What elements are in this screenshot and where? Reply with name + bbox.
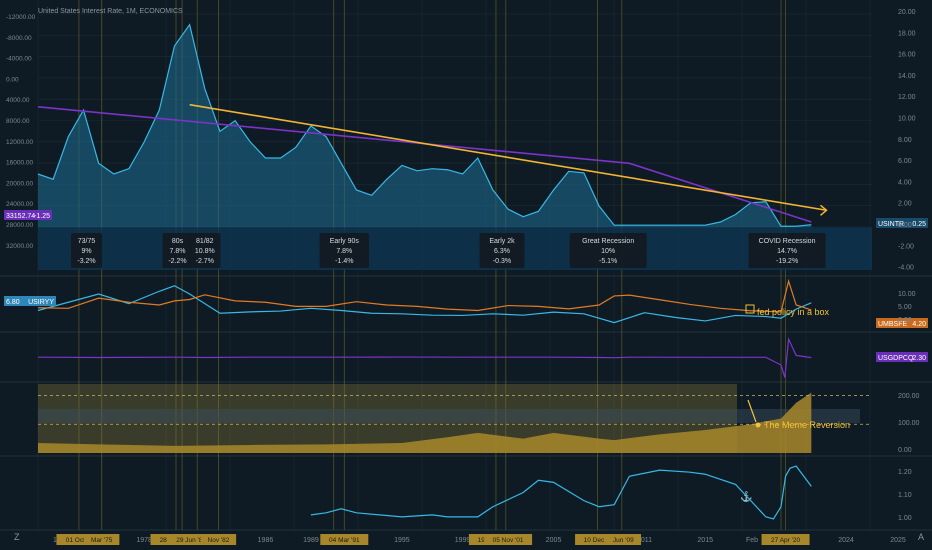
right-axis-tick: 16.00 xyxy=(898,52,916,59)
recession-tag-rate: 10% xyxy=(601,248,615,255)
left-axis-tick: 32000.00 xyxy=(6,243,33,250)
right-axis-tick-pane2: 5.00 xyxy=(898,304,912,311)
time-highlight-label: 27 Apr '20 xyxy=(771,537,800,544)
right-axis-tick: 20.00 xyxy=(898,9,916,16)
left-axis-tick: 12000.00 xyxy=(6,139,33,146)
badge-usgdpcq-name: USGDPCQ xyxy=(878,355,914,362)
auto-scale-label[interactable]: A xyxy=(918,532,924,542)
right-axis-tick: 0.00 xyxy=(898,222,912,229)
recession-tag-name: COVID Recession xyxy=(759,238,816,245)
meme-reversion-dot xyxy=(755,422,761,428)
chart-title: United States Interest Rate, 1M, ECONOMI… xyxy=(38,8,183,15)
badge-left-purple-value: -1.25 xyxy=(34,213,50,220)
time-axis-year: 2025 xyxy=(890,537,906,544)
recession-tag-name: 80s xyxy=(172,238,184,245)
anchor-icon: ⚓ xyxy=(740,490,752,503)
time-axis-year: 1978 xyxy=(136,537,152,544)
time-axis-year: 2015 xyxy=(697,537,713,544)
recession-tag-name: 81/82 xyxy=(196,238,214,245)
chart-root: 73/75 9% -3.2% 80s 7.8% -2.2% 81/82 10.8% -2.7% E… xyxy=(0,0,932,550)
recession-tag-rate: 7.8% xyxy=(170,248,186,255)
left-axis-tick: -12000.00 xyxy=(6,14,36,21)
right-axis-tick: 18.00 xyxy=(898,30,916,37)
time-highlight-label: 05 Nov '01 xyxy=(493,537,524,544)
right-axis-tick: 4.00 xyxy=(898,179,912,186)
recession-tag-gdp: -2.2% xyxy=(168,258,186,265)
right-axis-tick-pane4: 200.00 xyxy=(898,393,920,400)
left-axis-tick: -4000.00 xyxy=(6,56,32,63)
time-axis-year: 1986 xyxy=(258,537,274,544)
time-axis-year: 2024 xyxy=(838,537,854,544)
right-axis-tick: 12.00 xyxy=(898,94,916,101)
left-axis-tick: 20000.00 xyxy=(6,180,33,187)
time-axis-year: 1995 xyxy=(394,537,410,544)
right-axis-tick-pane4: 0.00 xyxy=(898,447,912,454)
recession-tag-name: Early 2k xyxy=(489,238,515,245)
recession-tag-gdp: -5.1% xyxy=(599,258,617,265)
recession-tag-rate: 7.8% xyxy=(336,248,352,255)
time-axis-year: 2005 xyxy=(546,537,562,544)
meme-reversion-label: The Meme Reversion xyxy=(764,420,850,430)
right-axis-tick: 14.00 xyxy=(898,73,916,80)
left-axis-tick: 8000.00 xyxy=(6,118,30,125)
time-highlight-label: Jun '09 xyxy=(613,537,634,544)
right-axis-tick: 2.00 xyxy=(898,201,912,208)
left-axis-tick: 0.00 xyxy=(6,76,19,83)
fed-policy-label: fed policy in a box xyxy=(757,307,830,317)
recession-tag-rate: 10.8% xyxy=(195,248,215,255)
badge-left-purple-name: 33152.74 xyxy=(6,213,35,220)
badge-usgdpcq-value: 2.30 xyxy=(912,355,926,362)
right-axis-tick: 10.00 xyxy=(898,116,916,123)
right-axis-tick-pane2: 0.00 xyxy=(898,317,912,324)
recession-tag-rate: 9% xyxy=(81,248,91,255)
time-axis-year: 1999 xyxy=(455,537,471,544)
right-axis-tick: -4.00 xyxy=(898,265,914,272)
left-axis-tick: -8000.00 xyxy=(6,35,32,42)
time-highlight-label: Nov '82 xyxy=(208,537,230,544)
right-axis-tick: 6.00 xyxy=(898,158,912,165)
recession-tag-gdp: -0.3% xyxy=(493,258,511,265)
right-axis-tick: 8.00 xyxy=(898,137,912,144)
recession-tag-gdp: -2.7% xyxy=(196,258,214,265)
ratio-mean-band xyxy=(38,409,860,423)
left-axis-tick: 16000.00 xyxy=(6,160,33,167)
time-highlight-label: Mar '75 xyxy=(91,537,113,544)
recession-tag-name: Early 90s xyxy=(330,238,360,245)
right-axis-tick-pane5: 1.10 xyxy=(898,492,912,499)
right-axis-tick-pane5: 1.00 xyxy=(898,515,912,522)
right-axis-tick-pane2: 10.00 xyxy=(898,291,916,298)
left-axis-tick: 28000.00 xyxy=(6,222,33,229)
recession-tag-gdp: -19.2% xyxy=(776,258,798,265)
time-axis-year: 1989 xyxy=(303,537,319,544)
recession-tag-rate: 6.3% xyxy=(494,248,510,255)
badge-usintr-value: 0.25 xyxy=(912,221,926,228)
badge-umbsfe-value: 4.20 xyxy=(912,321,926,328)
z-label[interactable]: Z xyxy=(14,532,20,542)
recession-tag-gdp: -3.2% xyxy=(77,258,95,265)
badge-usiryy-value: USIRYY xyxy=(28,299,54,306)
right-axis-tick-pane4: 100.00 xyxy=(898,420,920,427)
recession-tag-gdp: -1.4% xyxy=(335,258,353,265)
right-axis-tick: -2.00 xyxy=(898,243,914,250)
left-axis-tick: 4000.00 xyxy=(6,97,30,104)
time-axis-feb: Feb xyxy=(746,537,758,544)
recession-tag-rate: 14.7% xyxy=(777,248,797,255)
time-highlight-label: 04 Mar '91 xyxy=(329,537,360,544)
recession-tag-name: Great Recession xyxy=(582,238,634,245)
recession-tag-name: 73/75 xyxy=(78,238,96,245)
right-axis-tick-pane5: 1.20 xyxy=(898,469,912,476)
badge-usiryy-name: 6.80 xyxy=(6,299,20,306)
left-axis-tick: 24000.00 xyxy=(6,201,33,208)
